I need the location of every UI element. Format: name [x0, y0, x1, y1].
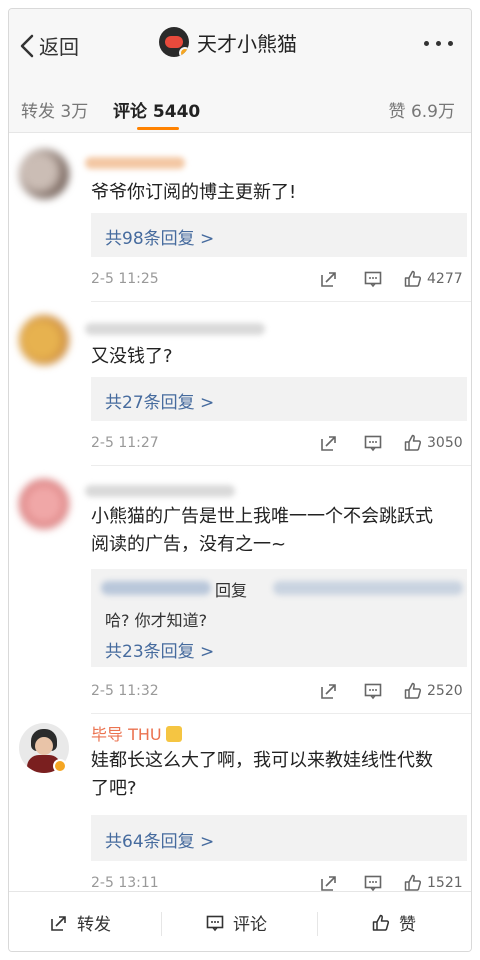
separator	[161, 912, 162, 936]
divider	[91, 301, 471, 302]
reply-summary-box[interactable]: 共98条回复 >	[91, 213, 467, 257]
thumbs-up-icon	[404, 270, 422, 287]
like-label: 赞	[399, 915, 416, 935]
reply-summary-box[interactable]: 回复 哈? 你才知道? 共23条回复 >	[91, 569, 467, 667]
author-name: 天才小熊猫	[197, 31, 297, 56]
comment-text-line: 娃都长这么大了啊，我可以来教娃线性代数	[91, 750, 433, 771]
like-post-button[interactable]: 赞	[371, 910, 416, 935]
like-button[interactable]: 1521	[403, 873, 463, 893]
comment-icon	[364, 875, 382, 892]
separator	[317, 912, 318, 936]
reply-button[interactable]	[363, 681, 383, 701]
avatar[interactable]	[19, 149, 69, 199]
like-button[interactable]: 2520	[403, 681, 463, 701]
share-button[interactable]	[319, 269, 339, 289]
timestamp: 2-5 11:32	[91, 683, 159, 699]
verified-badge-icon	[179, 47, 189, 57]
avatar[interactable]	[19, 479, 69, 529]
avatar[interactable]	[19, 315, 69, 365]
thumbs-up-icon	[404, 434, 422, 451]
comment-meta: 2-5 11:25 4277	[91, 269, 467, 293]
username-blurred	[85, 485, 235, 497]
reply-author-blurred	[101, 581, 211, 595]
tab-forward[interactable]: 转发 3万	[21, 97, 88, 122]
bottom-action-bar: 转发 评论 赞	[9, 891, 471, 951]
comment-meta: 2-5 11:27 3050	[91, 433, 467, 457]
like-count: 4277	[427, 271, 463, 287]
phone-frame: 返回 天才小熊猫 转发 3万 评论 5440 赞 6.9万 爷爷你订阅的博主更新…	[8, 8, 472, 952]
tab-bar: 转发 3万 评论 5440 赞 6.9万	[9, 81, 471, 133]
username-blurred	[85, 323, 265, 335]
share-icon	[321, 436, 336, 451]
back-label: 返回	[39, 35, 79, 59]
share-icon	[51, 915, 66, 931]
reply-summary-box[interactable]: 共27条回复 >	[91, 377, 467, 421]
divider	[91, 465, 471, 466]
comment-text-line: 小熊猫的广告是世上我唯一一个不会跳跃式	[91, 506, 433, 527]
like-count: 2520	[427, 683, 463, 699]
comment-icon	[206, 915, 224, 931]
page-title[interactable]: 天才小熊猫	[159, 27, 297, 57]
share-button[interactable]	[319, 873, 339, 893]
share-button[interactable]	[319, 681, 339, 701]
comment-meta: 2-5 11:32 2520	[91, 681, 467, 705]
comment-author[interactable]: 毕导 THU	[91, 721, 182, 745]
comment-text: 小熊猫的广告是世上我唯一一个不会跳跃式 阅读的广告，没有之一~	[91, 503, 461, 559]
comment-text-line: 了吧?	[91, 778, 137, 799]
tab-likes[interactable]: 赞 6.9万	[389, 97, 455, 122]
thumbs-up-icon	[404, 682, 422, 699]
verified-badge-icon	[53, 759, 67, 773]
view-replies-link[interactable]: 共98条回复 >	[105, 224, 214, 249]
share-icon	[321, 684, 336, 699]
more-options-icon[interactable]	[424, 41, 453, 46]
share-button[interactable]	[319, 433, 339, 453]
author-avatar	[159, 27, 189, 57]
thumbs-up-icon	[372, 914, 390, 931]
back-button[interactable]: 返回	[19, 31, 79, 60]
comment-icon	[364, 271, 382, 288]
reply-button[interactable]	[363, 433, 383, 453]
view-replies-link[interactable]: 共27条回复 >	[105, 388, 214, 413]
comment-text: 娃都长这么大了啊，我可以来教娃线性代数 了吧?	[91, 747, 461, 803]
comment-text: 爷爷你订阅的博主更新了!	[91, 182, 297, 203]
username-blurred	[85, 157, 185, 169]
comment-button[interactable]: 评论	[205, 910, 267, 935]
like-count: 1521	[427, 875, 463, 891]
share-icon	[321, 876, 336, 891]
forward-button[interactable]: 转发	[49, 910, 111, 935]
member-badge-icon	[165, 726, 182, 742]
comment-text: 又没钱了?	[91, 346, 173, 367]
thumbs-up-icon	[404, 874, 422, 891]
top-nav-bar: 返回 天才小熊猫	[9, 9, 471, 81]
reply-preview-text: 哈? 你才知道?	[105, 611, 208, 630]
active-tab-indicator	[137, 127, 179, 130]
timestamp: 2-5 13:11	[91, 875, 159, 891]
like-button[interactable]: 3050	[403, 433, 463, 453]
reply-summary-box[interactable]: 共64条回复 >	[91, 815, 467, 861]
timestamp: 2-5 11:27	[91, 435, 159, 451]
comment-text-line: 阅读的广告，没有之一~	[91, 534, 287, 555]
tab-comments[interactable]: 评论 5440	[113, 97, 200, 122]
comment-icon	[364, 683, 382, 700]
comment-label: 评论	[233, 915, 267, 935]
timestamp: 2-5 11:25	[91, 271, 159, 287]
username: 毕导 THU	[91, 725, 162, 744]
forward-label: 转发	[77, 915, 111, 935]
reply-button[interactable]	[363, 873, 383, 893]
view-replies-link[interactable]: 共64条回复 >	[105, 827, 214, 852]
reply-preview-mid: 回复	[215, 581, 248, 600]
reply-button[interactable]	[363, 269, 383, 289]
like-button[interactable]: 4277	[403, 269, 463, 289]
share-icon	[321, 272, 336, 287]
chevron-left-icon	[20, 34, 34, 57]
divider	[91, 713, 471, 714]
reply-text-blurred	[273, 581, 463, 595]
view-replies-link[interactable]: 共23条回复 >	[105, 637, 214, 662]
comment-icon	[364, 435, 382, 452]
like-count: 3050	[427, 435, 463, 451]
